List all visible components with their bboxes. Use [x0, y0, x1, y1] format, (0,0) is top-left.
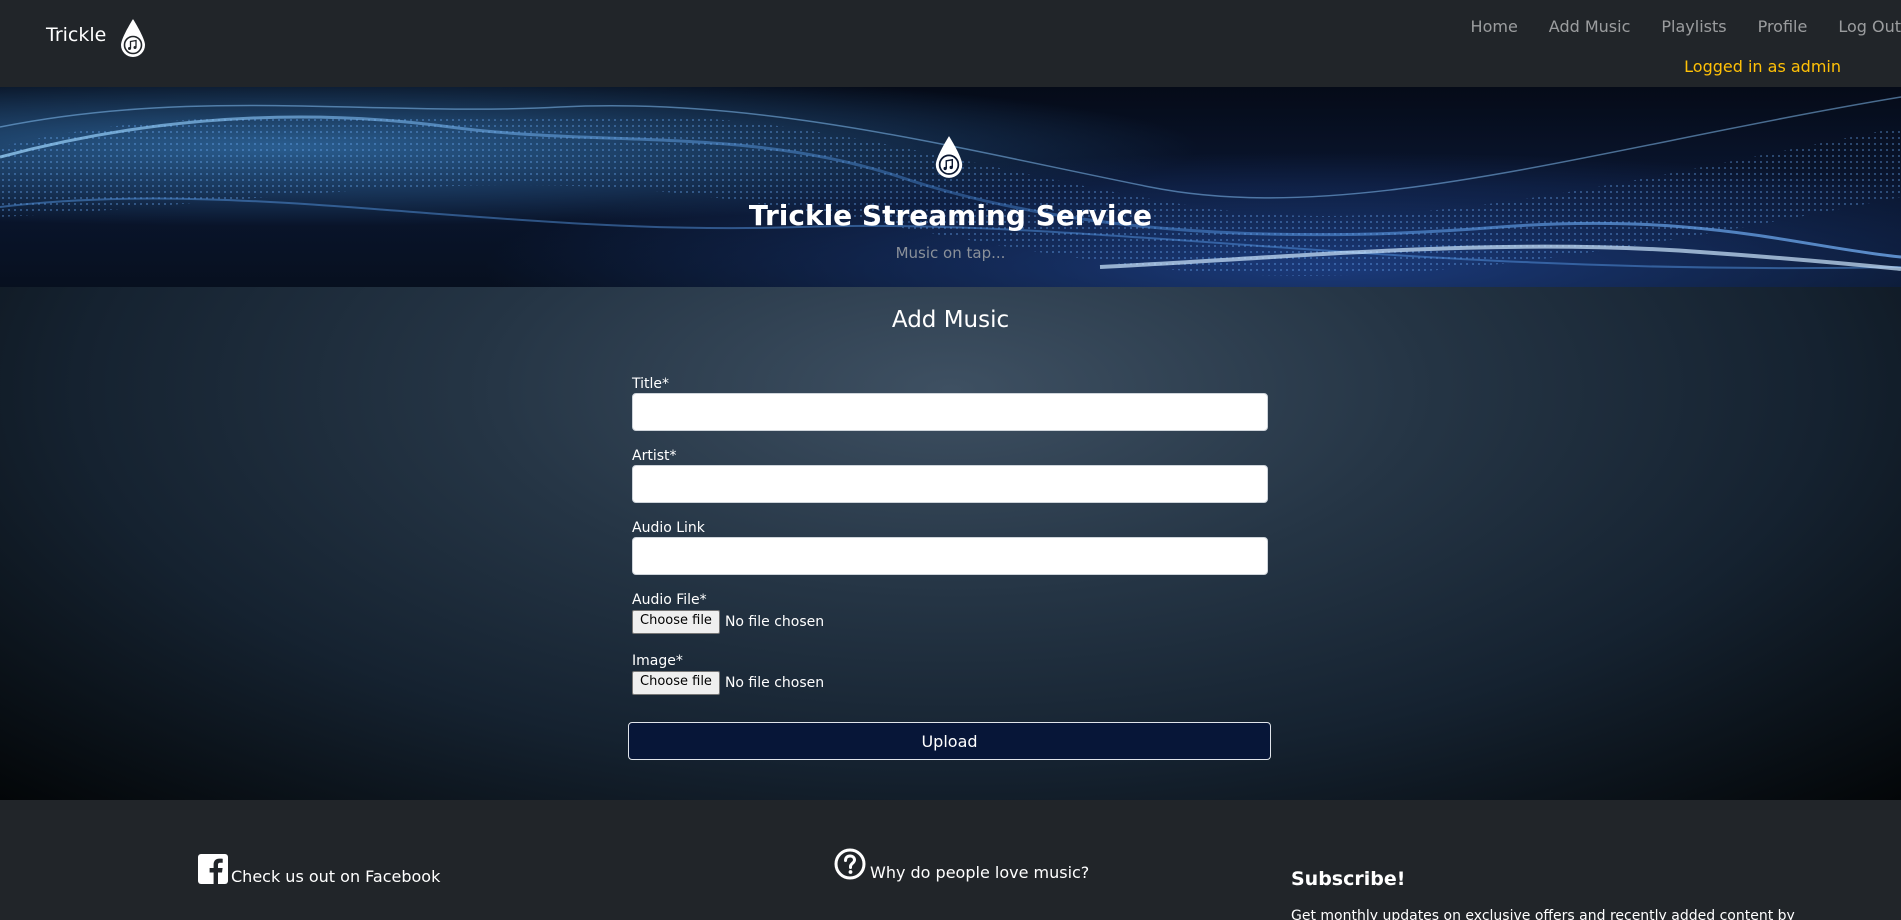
audio-link-label: Audio Link: [632, 520, 705, 536]
audio-link-group: Audio Link: [632, 520, 1268, 575]
subscribe-text: Get monthly updates on exclusive offers …: [1291, 908, 1795, 920]
nav-home[interactable]: Home: [1471, 17, 1518, 36]
upload-button[interactable]: Upload: [628, 722, 1271, 760]
audio-file-group: Audio File* Choose file No file chosen: [632, 592, 1268, 634]
nav-links: Home Add Music Playlists Profile Log Out: [1471, 17, 1901, 36]
nav-add-music[interactable]: Add Music: [1549, 17, 1631, 36]
facebook-icon[interactable]: [198, 854, 228, 888]
audio-file-status: No file chosen: [724, 614, 825, 630]
image-choose-button[interactable]: Choose file: [632, 671, 720, 695]
audio-file-label: Audio File*: [632, 592, 707, 608]
question-circle-icon[interactable]: [834, 848, 866, 884]
image-file-status: No file chosen: [724, 675, 825, 691]
artist-label: Artist*: [632, 448, 677, 464]
nav-log-out[interactable]: Log Out: [1838, 17, 1901, 36]
nav-playlists[interactable]: Playlists: [1661, 17, 1726, 36]
audio-link-input[interactable]: [632, 537, 1268, 575]
logged-in-status: Logged in as admin: [1684, 57, 1841, 76]
image-label: Image*: [632, 653, 683, 669]
drop-music-logo-icon[interactable]: [118, 18, 148, 62]
subscribe-title: Subscribe!: [1291, 868, 1406, 890]
navbar: Trickle Home Add Music Playlists Profile…: [0, 0, 1901, 87]
hero-drop-logo-icon: [929, 135, 969, 183]
hero-subtitle: Music on tap...: [895, 244, 1006, 262]
footer: Check us out on Facebook Why do people l…: [0, 800, 1901, 920]
why-love-music-link[interactable]: Why do people love music?: [834, 848, 1089, 884]
title-input[interactable]: [632, 393, 1268, 431]
brand-name[interactable]: Trickle: [46, 24, 106, 46]
add-music-section: Add Music Title* Artist* Audio Link Audi…: [0, 287, 1901, 800]
why-love-music-text[interactable]: Why do people love music?: [870, 863, 1089, 882]
artist-input[interactable]: [632, 465, 1268, 503]
add-music-form: Title* Artist* Audio Link Audio File* Ch…: [632, 376, 1268, 712]
image-file-picker: Choose file No file chosen: [632, 671, 1268, 695]
audio-file-choose-button[interactable]: Choose file: [632, 610, 720, 634]
hero-banner: Trickle Streaming Service Music on tap..…: [0, 87, 1901, 287]
artist-group: Artist*: [632, 448, 1268, 503]
hero-title: Trickle Streaming Service: [748, 199, 1153, 232]
facebook-link[interactable]: Check us out on Facebook: [198, 854, 440, 888]
page-title: Add Music: [891, 307, 1010, 333]
audio-file-picker: Choose file No file chosen: [632, 610, 1268, 634]
brand[interactable]: Trickle: [46, 18, 148, 62]
facebook-text[interactable]: Check us out on Facebook: [231, 867, 440, 886]
title-label: Title*: [632, 376, 670, 392]
title-group: Title*: [632, 376, 1268, 431]
image-group: Image* Choose file No file chosen: [632, 653, 1268, 695]
nav-profile[interactable]: Profile: [1758, 17, 1808, 36]
